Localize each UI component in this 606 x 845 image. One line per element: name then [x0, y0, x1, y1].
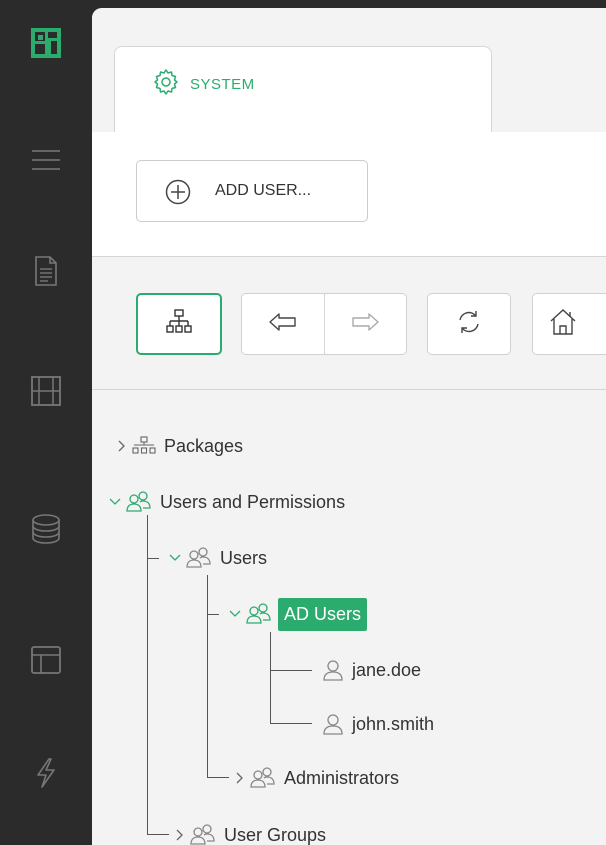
menu-icon[interactable]	[31, 145, 61, 175]
add-user-label: ADD USER...	[215, 182, 312, 199]
chevron-down-icon[interactable]	[228, 609, 242, 619]
navigation-toolbar	[92, 257, 606, 390]
tab-system-label: SYSTEM	[190, 76, 255, 93]
user-group-icon	[250, 767, 276, 789]
tree-connector	[270, 632, 271, 723]
tree-connector	[147, 558, 159, 559]
tree-connector	[147, 515, 148, 834]
tab-system[interactable]: SYSTEM	[114, 46, 492, 132]
database-icon[interactable]	[31, 514, 61, 544]
add-user-button[interactable]: ADD USER...	[136, 160, 368, 222]
tree-node-users[interactable]: Users	[168, 540, 267, 576]
tree-node-jane-doe[interactable]: jane.doe	[318, 652, 421, 688]
tree-node-administrators[interactable]: Administrators	[232, 760, 399, 796]
refresh-button[interactable]	[427, 293, 511, 355]
back-button[interactable]	[242, 294, 325, 354]
tree-connector	[270, 723, 312, 724]
forward-button[interactable]	[325, 294, 407, 354]
chevron-right-icon[interactable]	[114, 440, 128, 452]
tree-node-label: Administrators	[284, 767, 400, 788]
home-button[interactable]	[532, 293, 606, 355]
user-group-icon	[246, 603, 272, 625]
user-icon	[322, 713, 344, 735]
chevron-right-icon[interactable]	[172, 829, 186, 841]
home-icon	[548, 307, 578, 342]
tree-view-button[interactable]	[136, 293, 222, 355]
tree-node-ad-users[interactable]: AD Users	[228, 596, 368, 632]
tree-connector	[147, 834, 169, 835]
tree-node-label: Users	[220, 547, 268, 568]
flash-icon[interactable]	[31, 758, 61, 788]
main-panel: SYSTEM ADD USER... Packages Users and Pe…	[92, 8, 606, 845]
tree-connector	[270, 670, 312, 671]
tree-node-packages[interactable]: Packages	[114, 428, 243, 464]
user-icon	[322, 659, 344, 681]
tree-node-label: john.smith	[352, 713, 435, 734]
plus-circle-icon	[165, 179, 191, 210]
history-button-group	[241, 293, 407, 355]
tree-node-label: Users and Permissions	[160, 491, 346, 512]
tree-node-label: jane.doe	[352, 659, 422, 680]
action-toolbar: ADD USER...	[92, 132, 606, 257]
object-tree: Packages Users and Permissions Users AD …	[92, 390, 606, 845]
document-icon[interactable]	[31, 256, 61, 286]
chevron-down-icon[interactable]	[168, 553, 182, 563]
tree-node-label-selected: AD Users	[278, 597, 368, 631]
back-arrow-icon	[268, 312, 298, 337]
chevron-down-icon[interactable]	[108, 497, 122, 507]
package-tree-icon	[132, 436, 156, 456]
film-icon[interactable]	[31, 376, 61, 406]
tab-strip: SYSTEM	[92, 8, 606, 133]
left-rail	[0, 0, 92, 845]
tree-node-label: Packages	[164, 435, 244, 456]
tree-connector	[207, 575, 208, 777]
chevron-right-icon[interactable]	[232, 772, 246, 784]
tree-node-john-smith[interactable]: john.smith	[318, 706, 434, 742]
tree-connector	[207, 614, 219, 615]
user-group-icon	[126, 491, 152, 513]
forward-arrow-icon	[350, 312, 380, 337]
refresh-icon	[455, 308, 483, 341]
gear-icon	[153, 69, 179, 100]
layout-icon[interactable]	[31, 645, 61, 675]
tree-node-label: User Groups	[224, 824, 327, 845]
tree-node-users-and-permissions[interactable]: Users and Permissions	[108, 484, 345, 520]
user-group-icon	[186, 547, 212, 569]
app-logo-icon[interactable]	[31, 28, 61, 58]
tree-connector	[207, 777, 229, 778]
tree-view-icon	[165, 308, 193, 341]
tree-node-user-groups[interactable]: User Groups	[172, 817, 326, 845]
user-group-icon	[190, 824, 216, 845]
